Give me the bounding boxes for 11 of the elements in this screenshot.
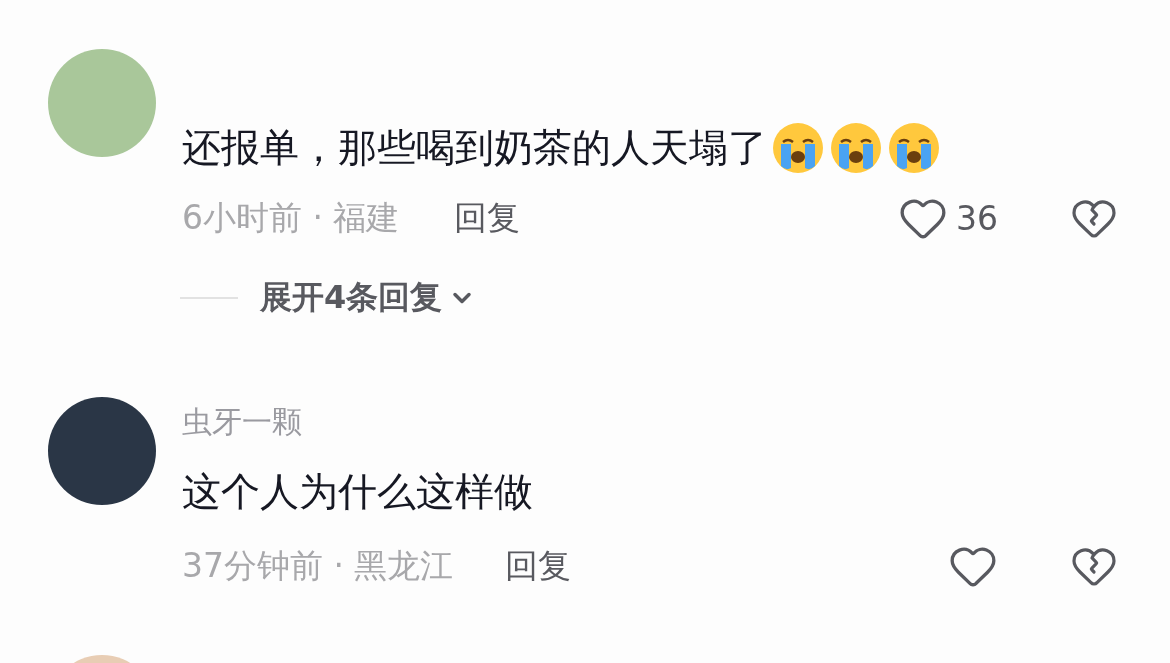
comment-meta: 37分钟前 · 黑龙江 (182, 544, 454, 587)
like-button[interactable]: 36 (898, 193, 998, 243)
comment-text: 这个人为什么这样做 (182, 468, 533, 516)
crying-face-icon (829, 121, 883, 175)
reply-button[interactable]: 回复 (454, 195, 521, 241)
reply-button[interactable]: 回复 (505, 543, 572, 589)
expand-replies-button[interactable]: 展开4条回复 (260, 276, 477, 320)
crying-face-icon (887, 121, 941, 175)
crying-face-icon (771, 121, 825, 175)
comment-meta: 6小时前 · 福建 (182, 196, 400, 239)
comment-text: 还报单，那些喝到奶茶的人天塌了 (182, 124, 767, 172)
